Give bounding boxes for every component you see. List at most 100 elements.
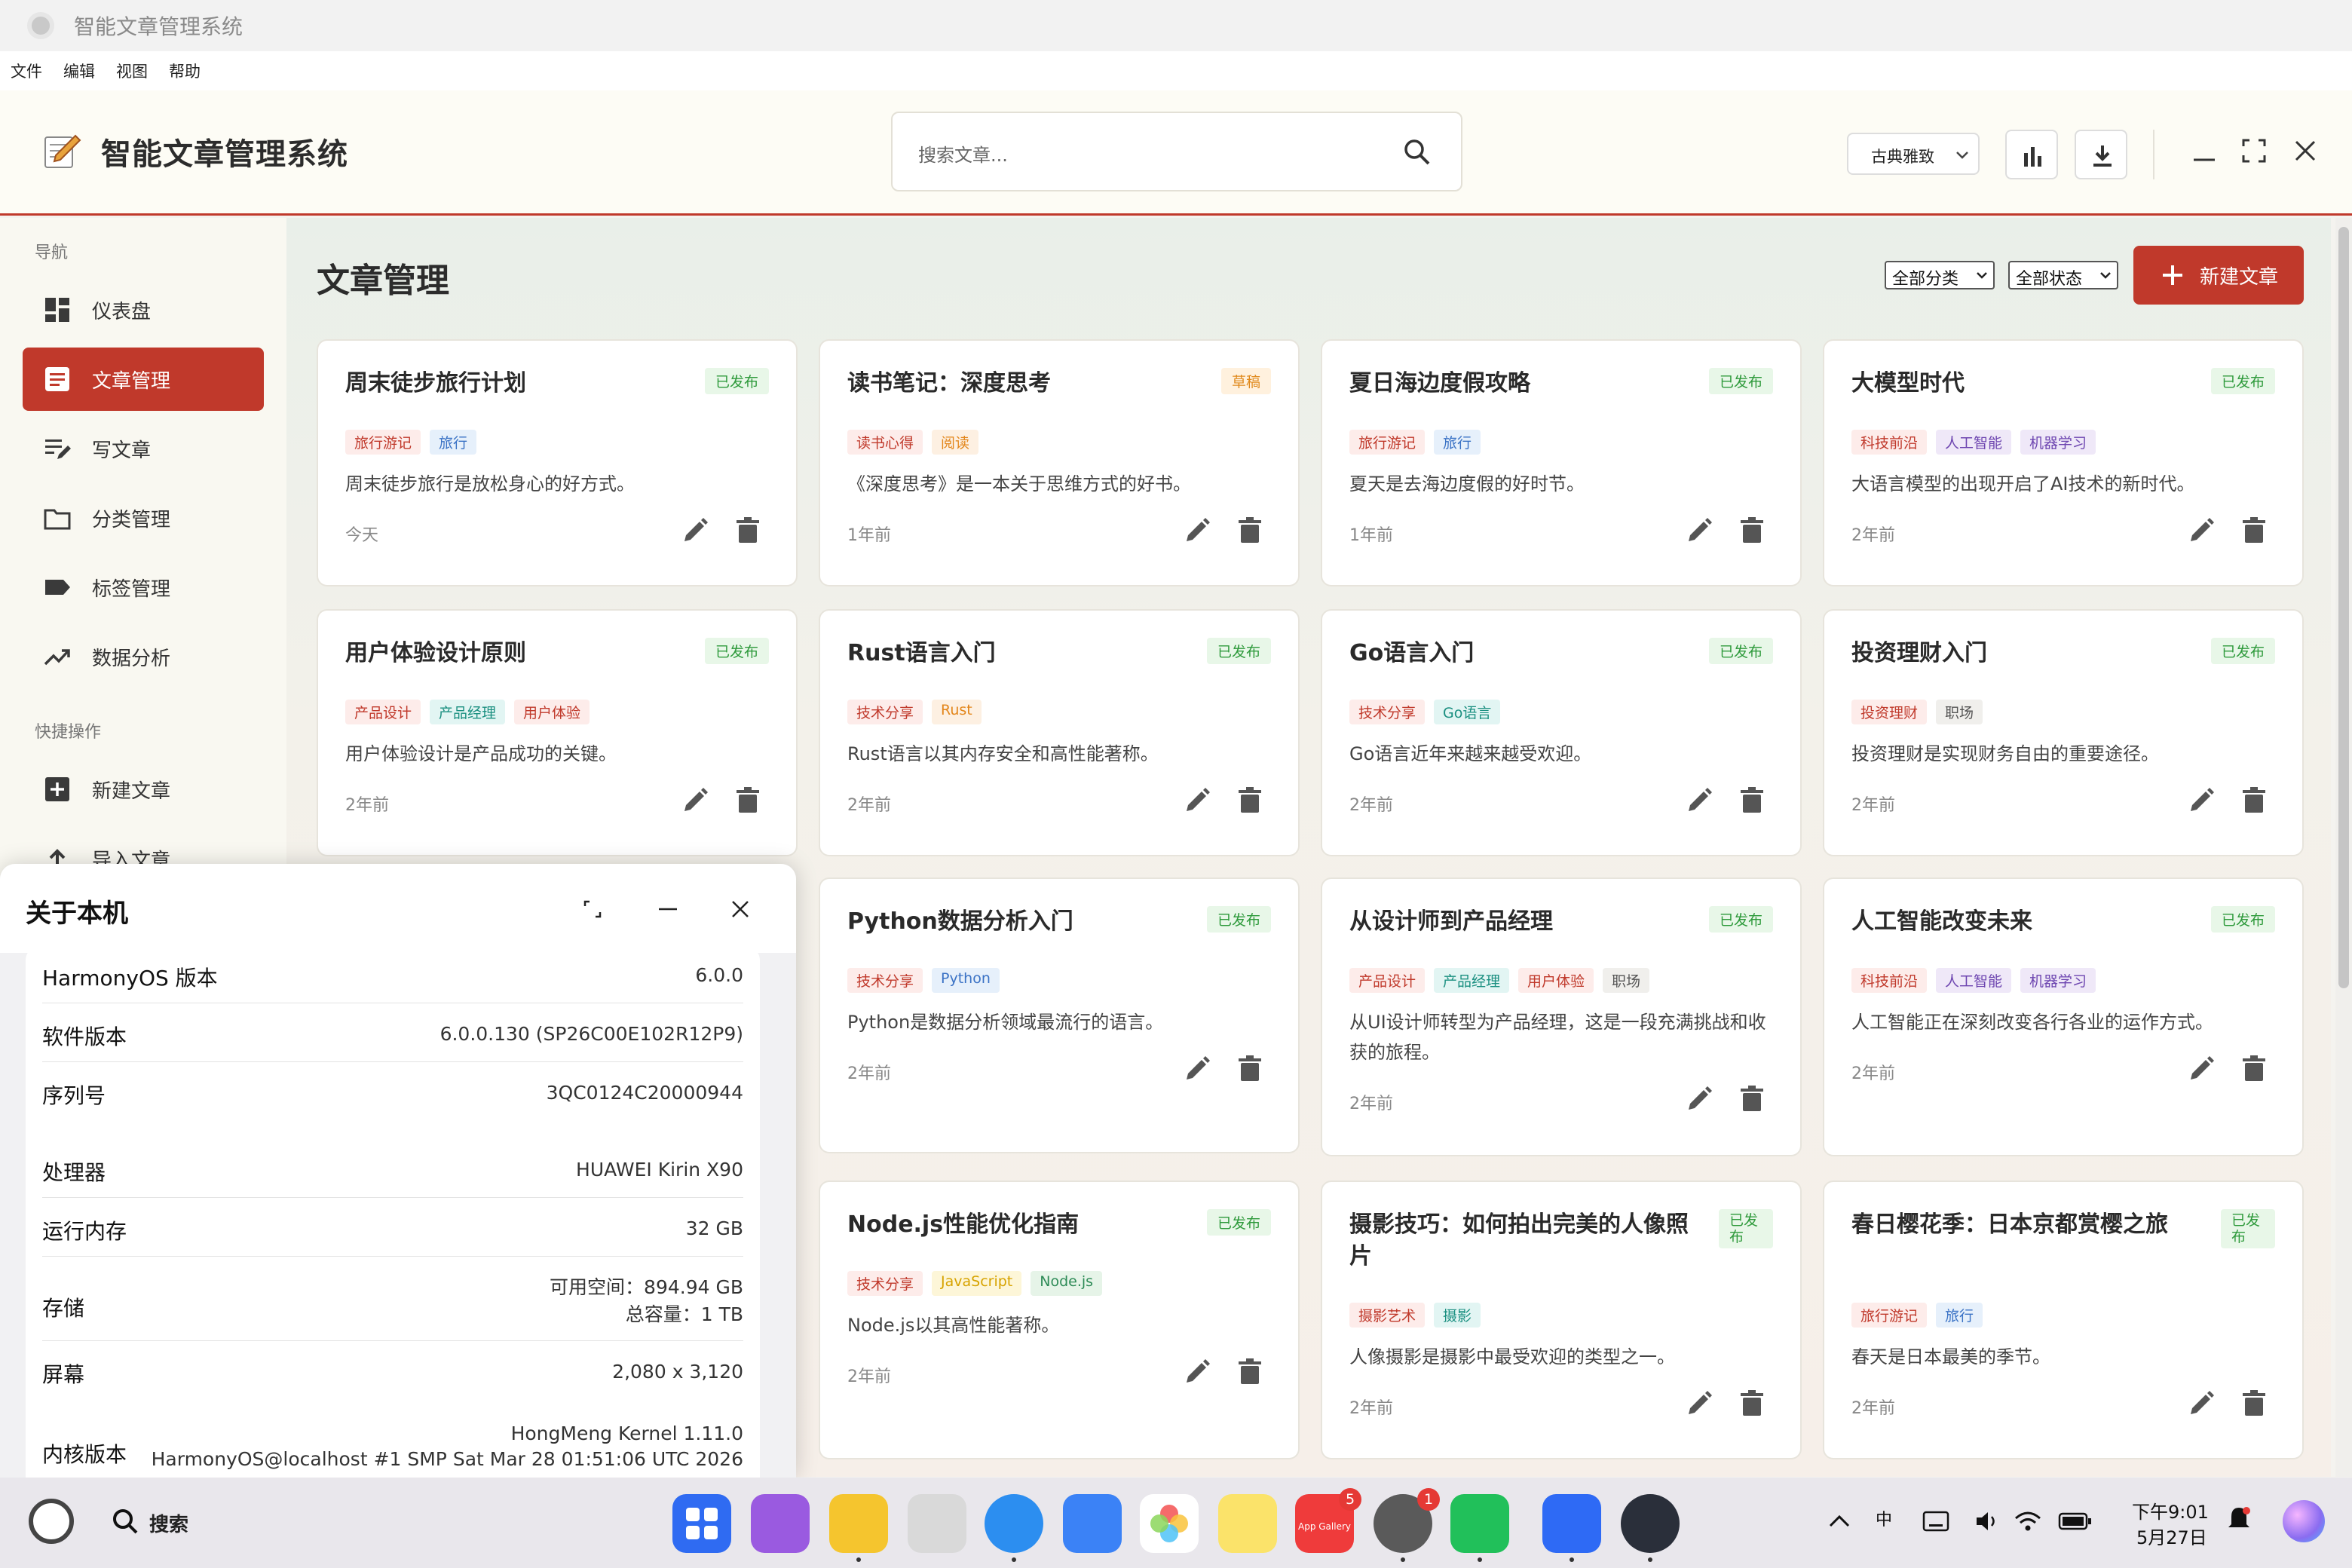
tag-chip[interactable]: 旅行游记 (1349, 430, 1426, 455)
menu-view[interactable]: 视图 (116, 60, 148, 82)
mail-icon[interactable] (1063, 1494, 1122, 1553)
article-card[interactable]: Node.js性能优化指南 已发布 技术分享 JavaScript Node.js Nod… (819, 1181, 1300, 1459)
stats-button[interactable] (2005, 130, 2058, 179)
delete-icon[interactable] (1235, 1054, 1265, 1084)
tag-chip[interactable]: 技术分享 (847, 700, 923, 724)
article-card[interactable]: 大模型时代 已发布 科技前沿 人工智能 机器学习 大语言模型的出现开启了AI技术的新时代。… (1823, 339, 2304, 586)
article-card[interactable]: 周末徒步旅行计划 已发布 旅行游记 旅行 周末徒步旅行是放松身心的好方式。 今天 (317, 339, 798, 586)
browser-icon[interactable] (985, 1494, 1043, 1553)
tag-chip[interactable]: 摄影 (1434, 1303, 1481, 1328)
article-card[interactable]: 从设计师到产品经理 已发布 产品设计 产品经理 用户体验 职场 从UI设计师转型为产品经理，… (1321, 877, 1802, 1156)
close-icon[interactable] (728, 897, 752, 921)
tag-chip[interactable]: 职场 (1936, 700, 1983, 724)
article-title[interactable]: 摄影技巧：如何拍出完美的人像照片 (1349, 1209, 1704, 1272)
tag-chip[interactable]: 旅行游记 (345, 430, 421, 455)
article-title[interactable]: Go语言入门 (1349, 638, 1474, 669)
edit-icon[interactable] (1684, 786, 1714, 816)
battery-icon[interactable] (2058, 1511, 2093, 1532)
notification-bell-icon[interactable] (2225, 1505, 2252, 1535)
tag-chip[interactable]: 技术分享 (847, 1271, 923, 1296)
article-title[interactable]: 读书笔记：深度思考 (847, 368, 1051, 400)
delete-icon[interactable] (1737, 1084, 1767, 1114)
clock-time[interactable]: 下午9:01 (2132, 1497, 2209, 1524)
sidebar-item-categories[interactable]: 分类管理 (23, 486, 264, 550)
delete-icon[interactable] (2239, 516, 2269, 546)
tag-chip[interactable]: 产品经理 (430, 700, 506, 724)
article-title[interactable]: 春日樱花季：日本京都赏樱之旅 (1851, 1209, 2206, 1241)
article-title[interactable]: 投资理财入门 (1851, 638, 1987, 669)
app-launcher-icon[interactable] (672, 1494, 731, 1553)
article-title[interactable]: 从设计师到产品经理 (1349, 906, 1553, 938)
tag-chip[interactable]: Python (932, 968, 1000, 993)
article-title[interactable]: Node.js性能优化指南 (847, 1209, 1079, 1241)
edit-icon[interactable] (1182, 516, 1212, 546)
tag-chip[interactable]: 产品经理 (1434, 968, 1510, 993)
volume-icon[interactable] (1974, 1509, 2001, 1533)
multitask-icon[interactable] (751, 1494, 810, 1553)
tag-chip[interactable]: 旅行 (430, 430, 477, 455)
keyboard-icon[interactable] (1922, 1509, 1949, 1533)
edit-icon[interactable] (2186, 1054, 2216, 1084)
tag-chip[interactable]: 职场 (1603, 968, 1650, 993)
edit-icon[interactable] (1182, 786, 1212, 816)
delete-icon[interactable] (1737, 1389, 1767, 1419)
delete-icon[interactable] (2239, 1054, 2269, 1084)
assistant-orb-icon[interactable] (2283, 1500, 2325, 1542)
edit-icon[interactable] (680, 786, 710, 816)
article-card[interactable]: 读书笔记：深度思考 草稿 读书心得 阅读 《深度思考》是一本关于思维方式的好书。 1年前 (819, 339, 1300, 586)
tag-chip[interactable]: 用户体验 (514, 700, 590, 724)
article-title[interactable]: 大模型时代 (1851, 368, 1965, 400)
tag-chip[interactable]: 人工智能 (1936, 968, 2012, 993)
article-card[interactable]: 夏日海边度假攻略 已发布 旅行游记 旅行 夏天是去海边度假的好时节。 1年前 (1321, 339, 1802, 586)
article-card[interactable]: 摄影技巧：如何拍出完美的人像照片 已发布 摄影艺术 摄影 人像摄影是摄影中最受欢迎的类型… (1321, 1181, 1802, 1459)
delete-icon[interactable] (1235, 786, 1265, 816)
sidebar-item-write[interactable]: 写文章 (23, 417, 264, 480)
menu-file[interactable]: 文件 (11, 60, 42, 82)
minimize-icon[interactable] (2188, 134, 2221, 167)
delete-icon[interactable] (2239, 1389, 2269, 1419)
wechat-icon[interactable] (1450, 1494, 1509, 1553)
tag-chip[interactable]: JavaScript (932, 1271, 1022, 1296)
maximize-icon[interactable] (2237, 134, 2271, 167)
wifi-icon[interactable] (2013, 1509, 2043, 1533)
gallery-icon[interactable] (1140, 1494, 1199, 1553)
delete-icon[interactable] (1235, 516, 1265, 546)
article-card[interactable]: 用户体验设计原则 已发布 产品设计 产品经理 用户体验 用户体验设计是产品成功的关键。 2年… (317, 609, 798, 856)
tag-chip[interactable]: 用户体验 (1518, 968, 1594, 993)
start-button-icon[interactable] (29, 1499, 74, 1544)
tag-chip[interactable]: 阅读 (932, 430, 979, 455)
status-filter[interactable]: 全部状态 (2008, 261, 2118, 289)
delete-icon[interactable] (1235, 1357, 1265, 1387)
article-title[interactable]: Rust语言入门 (847, 638, 996, 669)
chevron-up-icon[interactable] (1827, 1512, 1851, 1530)
article-title[interactable]: 人工智能改变未来 (1851, 906, 2032, 938)
sidebar-item-analytics[interactable]: 数据分析 (23, 625, 264, 688)
trash-icon[interactable] (908, 1494, 966, 1553)
tag-chip[interactable]: 产品设计 (1349, 968, 1426, 993)
sidebar-item-dashboard[interactable]: 仪表盘 (23, 278, 264, 341)
menu-help[interactable]: 帮助 (169, 60, 201, 82)
tag-chip[interactable]: 摄影艺术 (1349, 1303, 1426, 1328)
quick-new-article[interactable]: 新建文章 (23, 758, 264, 821)
tag-chip[interactable]: Node.js (1031, 1271, 1103, 1296)
tag-chip[interactable]: 投资理财 (1851, 700, 1928, 724)
article-card[interactable]: 春日樱花季：日本京都赏樱之旅 已发布 旅行游记 旅行 春天是日本最美的季节。 2年前 (1823, 1181, 2304, 1459)
article-card[interactable]: 人工智能改变未来 已发布 科技前沿 人工智能 机器学习 人工智能正在深刻改变各行各业的运作… (1823, 877, 2304, 1156)
tag-chip[interactable]: 科技前沿 (1851, 968, 1928, 993)
category-filter[interactable]: 全部分类 (1885, 261, 1995, 289)
clock-date[interactable]: 5月27日 (2136, 1523, 2207, 1549)
tag-chip[interactable]: 旅行游记 (1851, 1303, 1928, 1328)
delete-icon[interactable] (1737, 516, 1767, 546)
notes-icon[interactable] (1218, 1494, 1277, 1553)
delete-icon[interactable] (2239, 786, 2269, 816)
article-card[interactable]: 投资理财入门 已发布 投资理财 职场 投资理财是实现财务自由的重要途径。 2年前 (1823, 609, 2304, 856)
taskbar-search-label[interactable]: 搜索 (149, 1509, 188, 1537)
tag-chip[interactable]: 读书心得 (847, 430, 923, 455)
edit-icon[interactable] (1182, 1357, 1212, 1387)
article-title[interactable]: 周末徒步旅行计划 (345, 368, 526, 400)
edit-icon[interactable] (1684, 516, 1714, 546)
tag-chip[interactable]: 机器学习 (2020, 430, 2096, 455)
tag-chip[interactable]: 技术分享 (1349, 700, 1426, 724)
tag-chip[interactable]: Rust (932, 700, 982, 724)
edit-icon[interactable] (2186, 1389, 2216, 1419)
